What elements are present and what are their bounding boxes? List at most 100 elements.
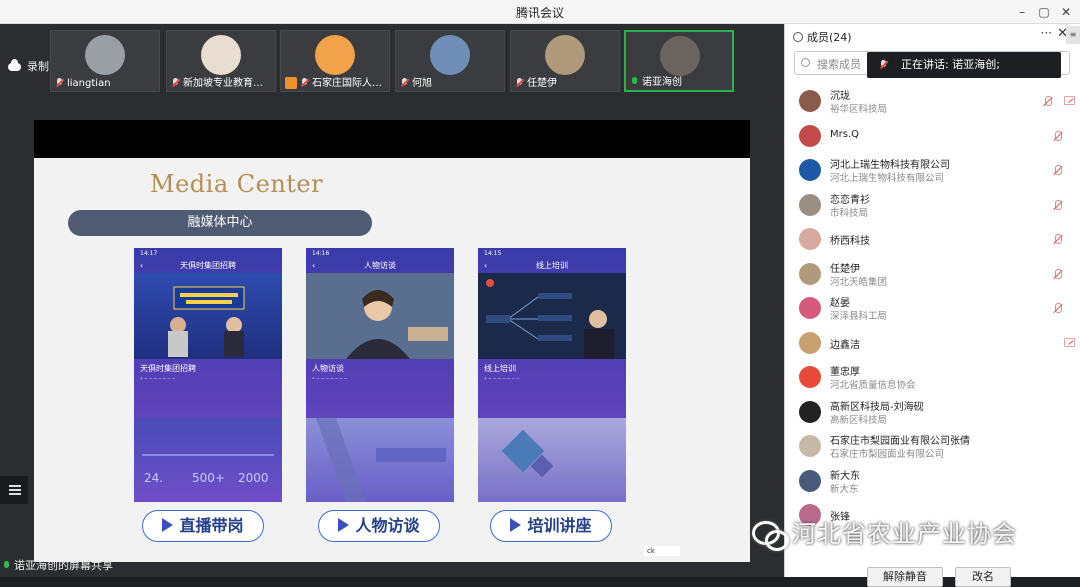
avatar — [660, 36, 700, 76]
member-name: 新大东 — [830, 470, 860, 482]
phone-subtitle: 天俱时集团招聘 — [140, 364, 196, 373]
back-icon: ‹ — [140, 261, 144, 270]
member-name: 董忠厚 — [830, 367, 860, 378]
mic-icon — [171, 78, 180, 88]
avatar — [315, 35, 355, 75]
member-organization: 石家庄市梨园面业有限公司 — [830, 449, 945, 460]
list-menu-icon[interactable] — [0, 476, 28, 504]
mic-icon — [2, 561, 11, 571]
unmute-button[interactable]: 解除静音 — [867, 567, 943, 587]
screen-share-label: 诺亚海创的屏幕共享 — [14, 559, 113, 572]
member-row[interactable]: 新大东 新大东 — [785, 464, 1080, 499]
phone-mockup: 14:15 ‹ 线上培训 线上培训 • ─ ─ ─ ─ ─ ─ ─ — [478, 248, 626, 502]
member-row[interactable]: 沉珑 裕华区科技局 — [785, 84, 1080, 119]
person-icon — [793, 32, 803, 42]
avatar — [799, 90, 821, 112]
cloud-icon — [8, 59, 21, 71]
avatar — [799, 331, 821, 354]
member-organization: 市科技局 — [830, 207, 869, 219]
minimize-button[interactable]: – — [1013, 3, 1031, 21]
mic-muted-icon[interactable] — [1052, 199, 1063, 211]
participant-thumbnail[interactable]: 石家庄国际人才... — [280, 30, 390, 92]
camera-off-icon[interactable] — [1064, 96, 1075, 105]
side-tab-icon[interactable]: ≡ — [1066, 26, 1080, 44]
ime-indicator: ck — [644, 546, 680, 556]
avatar — [799, 366, 821, 388]
rename-button[interactable]: 改名 — [955, 567, 1011, 587]
phone-header: 天俱时集团招聘 — [180, 261, 236, 270]
slide-title-en: Media Center — [150, 170, 324, 198]
mic-muted-icon[interactable] — [1052, 165, 1063, 176]
member-row[interactable]: 董忠厚河北省质量信息协会 — [785, 360, 1080, 395]
interview-portrait-image — [306, 273, 454, 359]
training-lecture-button[interactable]: 培训讲座 — [490, 510, 612, 542]
member-row[interactable]: 任楚伊 河北天皓集团 — [785, 257, 1080, 292]
search-icon — [801, 58, 810, 67]
avatar — [799, 297, 821, 319]
avatar — [545, 35, 585, 75]
svg-text:2000: 2000 — [238, 471, 269, 485]
members-count: 成员(24) — [807, 31, 852, 44]
mic-icon — [400, 78, 409, 88]
interview-button[interactable]: 人物访谈 — [318, 510, 440, 542]
mic-muted-icon[interactable] — [1042, 96, 1053, 107]
participant-thumbnail[interactable]: 任楚伊 — [510, 30, 620, 92]
participant-thumbnail[interactable]: 何旭 — [395, 30, 505, 92]
mic-icon — [879, 60, 888, 70]
phone-mockup: 14:16 ‹ 人物访谈 人物访谈 • ─ ─ ─ ─ ─ ─ ─ — [306, 248, 454, 502]
avatar — [799, 159, 821, 181]
phone-subtitle: 线上培训 — [484, 364, 516, 373]
member-row[interactable]: 赵晏 深泽县科工局 — [785, 291, 1080, 326]
member-name: 恋恋青衫 — [830, 194, 870, 206]
back-icon: ‹ — [484, 261, 488, 270]
member-row[interactable]: 河北上瑞生物科技有限公司 河北上瑞生物科技有限公司 — [785, 153, 1080, 188]
member-organization: 新大东 — [830, 483, 859, 495]
back-icon: ‹ — [312, 261, 316, 270]
member-row[interactable]: 高新区科技局-刘海砚 高新区科技局 — [785, 395, 1080, 430]
member-organization: 河北上瑞生物科技有限公司 — [830, 173, 945, 184]
close-window-button[interactable]: ✕ — [1057, 3, 1075, 21]
phone-lower-content — [306, 418, 454, 502]
member-row[interactable]: 恋恋青衫 市科技局 — [785, 188, 1080, 223]
members-header: 成员(24) ··· ✕ ≡ — [785, 24, 1080, 46]
phone-header: 人物访谈 — [364, 261, 396, 270]
maximize-button[interactable]: ▢ — [1035, 3, 1053, 21]
member-organization: 河北省质量信息协会 — [830, 380, 916, 391]
participant-name: 新加坡专业教育培... — [183, 78, 271, 89]
phone-subtitle: 人物访谈 — [312, 364, 344, 373]
avatar — [799, 469, 821, 492]
screen-share-indicator: 诺亚海创的屏幕共享 — [2, 557, 113, 573]
participant-thumbnail[interactable]: 新加坡专业教育培... — [166, 30, 276, 92]
member-organization: 裕华区科技局 — [830, 104, 888, 115]
mic-muted-icon[interactable] — [1052, 234, 1063, 245]
member-row[interactable]: 桥西科技 — [785, 222, 1080, 257]
watermark-text: 河北省农业产业协会 — [792, 520, 1017, 548]
member-row[interactable]: Mrs.Q — [785, 119, 1080, 154]
participant-thumbnail[interactable]: liangtian — [50, 30, 160, 92]
play-icon — [162, 518, 174, 532]
participant-thumbnail[interactable]: 诺亚海创 — [624, 30, 734, 92]
video-preview — [306, 273, 454, 359]
speaking-label: 正在讲话: 诺亚海创; — [901, 58, 1000, 71]
live-recruit-button[interactable]: 直播带岗 — [142, 510, 264, 542]
watermark: 河北省农业产业协会 — [752, 514, 1017, 551]
avatar — [85, 35, 125, 75]
phone-mockup: 14:17 ‹天俱时集团招聘 天俱时集团招聘 • ─ ─ ─ ─ ─ ─ ─ — [134, 248, 282, 502]
member-row[interactable]: 边鑫洁 — [785, 326, 1080, 361]
member-name: 沉珑 — [830, 91, 850, 102]
mic-icon — [55, 78, 64, 88]
avatar — [799, 262, 821, 285]
participant-name: 任楚伊 — [527, 78, 557, 89]
mic-muted-icon[interactable] — [1052, 303, 1063, 314]
mic-muted-icon[interactable] — [1052, 268, 1063, 280]
more-options-icon[interactable]: ··· — [1041, 26, 1052, 40]
member-name: 河北上瑞生物科技有限公司 — [830, 160, 950, 171]
member-name: 赵晏 — [830, 298, 850, 309]
camera-off-icon[interactable] — [1064, 337, 1075, 347]
participant-name: 何旭 — [412, 78, 432, 89]
member-organization: 深泽县科工局 — [830, 311, 888, 322]
svg-text:500+: 500+ — [192, 471, 225, 485]
member-name: 任楚伊 — [830, 263, 860, 275]
member-row[interactable]: 石家庄市梨园面业有限公司张倩 石家庄市梨园面业有限公司 — [785, 429, 1080, 464]
mic-muted-icon[interactable] — [1052, 130, 1063, 142]
